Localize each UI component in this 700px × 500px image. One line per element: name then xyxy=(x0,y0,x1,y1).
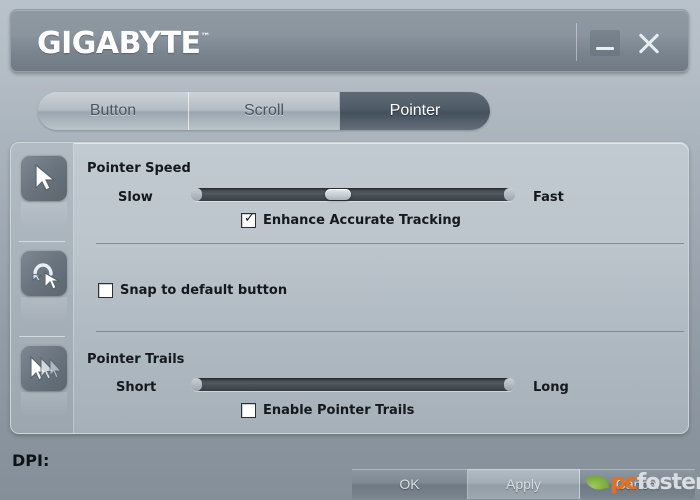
slider-cap-right xyxy=(504,378,515,391)
enable-pointer-trails-checkbox[interactable] xyxy=(241,403,256,418)
sidebar-icon-reflection xyxy=(21,392,67,418)
ok-button[interactable]: OK xyxy=(352,469,468,499)
dpi-label: DPI: xyxy=(12,451,50,470)
pointer-speed-min-label: Slow xyxy=(118,190,153,205)
enhance-accurate-tracking-checkbox[interactable]: ✓ xyxy=(241,211,256,228)
enhance-accurate-tracking-label: Enhance Accurate Tracking xyxy=(263,213,461,228)
minimize-button[interactable] xyxy=(590,30,620,56)
slider-cap-left xyxy=(191,188,202,201)
tab-button[interactable]: Button xyxy=(38,92,188,130)
snap-to-default-label: Snap to default button xyxy=(120,283,288,298)
brand-text: GIGABYTE xyxy=(37,26,201,61)
apply-button-label: Apply xyxy=(505,476,542,492)
tab-pointer[interactable]: Pointer xyxy=(339,92,490,130)
pointer-trails-max-label: Long xyxy=(533,380,569,395)
enhance-accurate-tracking-row[interactable]: ✓ Enhance Accurate Tracking xyxy=(241,211,461,228)
checkmark-icon: ✓ xyxy=(244,211,255,226)
slider-cap-left xyxy=(191,378,202,391)
pointer-trails-slider[interactable] xyxy=(191,378,515,391)
tab-pointer-label: Pointer xyxy=(389,102,441,119)
snap-to-default-checkbox[interactable] xyxy=(98,283,113,298)
cancel-button[interactable]: Cancel xyxy=(580,469,695,499)
dialog-button-row: OK Apply Cancel xyxy=(352,469,695,499)
sidebar-separator-1 xyxy=(19,241,65,242)
close-button[interactable] xyxy=(634,30,664,56)
tab-scroll[interactable]: Scroll xyxy=(188,92,339,130)
snap-to-default-cursor-icon xyxy=(21,250,67,296)
gigabyte-logo: GIGABYTE™ xyxy=(37,26,211,61)
tab-strip: Button Scroll Pointer xyxy=(38,92,490,130)
sidebar-item-pointer-speed[interactable] xyxy=(21,155,67,231)
pointer-speed-cursor-icon xyxy=(21,155,67,201)
sidebar-icon-reflection xyxy=(21,297,67,323)
separator-2 xyxy=(96,331,684,332)
trademark-symbol: ™ xyxy=(200,32,211,43)
sidebar-item-snap-to-default[interactable] xyxy=(21,250,67,326)
tab-button-label: Button xyxy=(89,102,137,119)
sidebar xyxy=(11,143,74,433)
enable-pointer-trails-row[interactable]: Enable Pointer Trails xyxy=(241,403,414,418)
apply-button[interactable]: Apply xyxy=(468,469,580,499)
settings-content: Pointer Speed Slow Fast ✓ Enhance Accura… xyxy=(73,143,688,433)
pointer-trails-cursor-icon xyxy=(21,345,67,391)
pointer-trails-title: Pointer Trails xyxy=(87,352,185,367)
sidebar-item-pointer-trails[interactable] xyxy=(21,345,67,421)
sidebar-separator-2 xyxy=(19,336,65,337)
titlebar-divider xyxy=(576,23,577,61)
pointer-speed-max-label: Fast xyxy=(533,190,564,205)
main-panel: Pointer Speed Slow Fast ✓ Enhance Accura… xyxy=(10,142,689,434)
snap-to-default-row[interactable]: Snap to default button xyxy=(98,283,287,298)
sidebar-icon-reflection xyxy=(21,202,67,228)
ok-button-label: OK xyxy=(399,476,420,492)
slider-cap-right xyxy=(504,188,515,201)
pointer-speed-slider-thumb[interactable] xyxy=(325,189,351,200)
separator-1 xyxy=(96,243,684,244)
minimize-icon xyxy=(596,47,614,50)
title-bar: GIGABYTE™ xyxy=(10,9,689,72)
tab-scroll-label: Scroll xyxy=(243,102,284,119)
pointer-speed-title: Pointer Speed xyxy=(87,161,191,176)
pointer-trails-min-label: Short xyxy=(116,380,157,395)
pointer-speed-slider[interactable] xyxy=(191,188,515,201)
cancel-button-label: Cancel xyxy=(615,476,660,492)
enable-pointer-trails-label: Enable Pointer Trails xyxy=(263,403,415,418)
